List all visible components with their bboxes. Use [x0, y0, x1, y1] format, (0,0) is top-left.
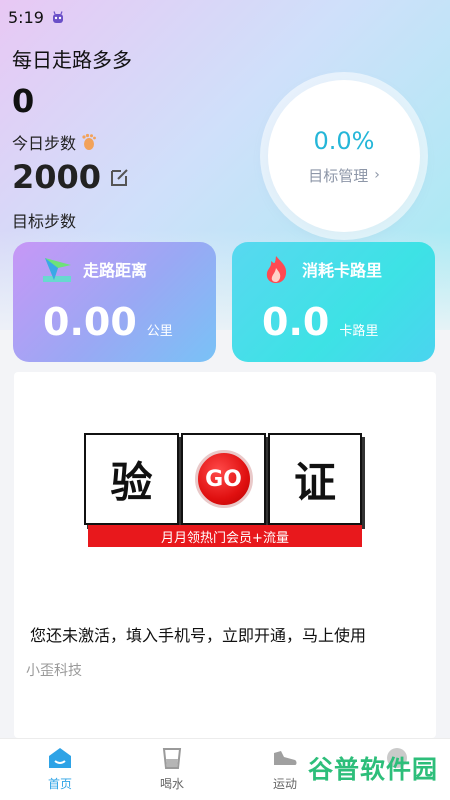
- verify-go-banner[interactable]: 验 GO 证 月月领热门会员+流量: [84, 433, 364, 548]
- navigation-arrow-icon: [41, 254, 75, 284]
- edit-icon[interactable]: [109, 166, 131, 188]
- tab-sport-label: 运动: [272, 777, 297, 791]
- calories-card-header: 消耗卡路里: [260, 254, 382, 284]
- home-icon: [46, 745, 74, 771]
- activation-panel: 验 GO 证 月月领热门会员+流量 您还未激活，填入手机号，立即开通，马上使用 …: [14, 372, 436, 738]
- verify-strip: 月月领热门会员+流量: [88, 525, 362, 547]
- status-bar: 5:19: [0, 0, 450, 34]
- android-bot-icon: [51, 10, 65, 24]
- verify-box-right: 证: [268, 433, 362, 525]
- steps-today-value: 0: [12, 82, 35, 120]
- distance-value-row: 0.00 公里: [43, 300, 173, 344]
- go-text: GO: [205, 466, 242, 492]
- tab-home-label: 首页: [47, 777, 72, 791]
- distance-value: 0.00: [43, 300, 137, 344]
- tab-home[interactable]: 首页: [25, 745, 95, 792]
- footprint-icon: [80, 133, 98, 151]
- verify-box-middle: GO: [181, 433, 266, 525]
- flame-icon: [260, 254, 294, 284]
- target-steps-row: 2000: [12, 158, 131, 196]
- goal-percent: 0.0%: [313, 126, 375, 155]
- distance-unit: 公里: [146, 324, 173, 339]
- distance-card-title: 走路距离: [83, 261, 148, 280]
- target-steps-label: 目标步数: [12, 212, 77, 231]
- sneaker-icon: [271, 745, 299, 771]
- activation-message: 您还未激活，填入手机号，立即开通，马上使用: [30, 626, 367, 645]
- status-time: 5:19: [8, 7, 44, 27]
- steps-today-label-row: 今日步数: [12, 130, 98, 154]
- calories-card-title: 消耗卡路里: [302, 261, 383, 280]
- steps-today-label: 今日步数: [12, 134, 77, 153]
- distance-card-header: 走路距离: [41, 254, 147, 284]
- distance-card: 走路距离 0.00 公里: [13, 242, 216, 362]
- tab-water[interactable]: 喝水: [137, 745, 207, 792]
- verify-char-left: 验: [110, 457, 153, 507]
- calories-unit: 卡路里: [339, 324, 379, 339]
- chevron-right-icon: ›: [374, 167, 380, 183]
- cup-icon: [158, 745, 186, 771]
- tab-water-label: 喝水: [159, 777, 184, 791]
- company-name: 小歪科技: [26, 663, 82, 679]
- goal-manage-label: 目标管理: [308, 166, 369, 185]
- goal-manage-link[interactable]: 目标管理 ›: [308, 165, 380, 186]
- app-title: 每日走路多多: [12, 48, 132, 72]
- verify-box-left: 验: [84, 433, 179, 525]
- go-button[interactable]: GO: [194, 450, 253, 508]
- target-steps-value: 2000: [12, 158, 102, 196]
- watermark: 谷普软件园: [304, 748, 442, 788]
- calories-card: 消耗卡路里 0.0 卡路里: [232, 242, 435, 362]
- goal-progress-circle: 0.0% 目标管理 ›: [268, 80, 420, 232]
- verify-char-right: 证: [293, 457, 336, 507]
- calories-value: 0.0: [262, 300, 330, 344]
- calories-value-row: 0.0 卡路里: [262, 300, 378, 344]
